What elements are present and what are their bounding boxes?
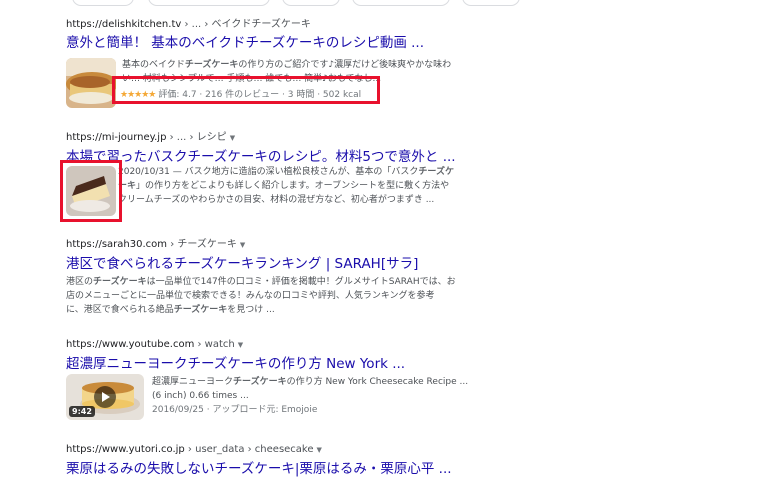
snippet-text: は一品単位で147件の口コミ・評価を掲載中！グルメサイトSARAHでは、お (146, 277, 456, 287)
video-thumbnail-cheesecake[interactable]: 9:42 (66, 374, 144, 420)
snippet-text: — バスク地方に造詣の深い植松良枝さんが、基本の「バスク (169, 167, 419, 177)
filter-chip[interactable] (352, 0, 450, 6)
search-result-video: https://www.youtube.com › watch ▼ 超濃厚ニューヨ… (66, 338, 496, 415)
result-site: https://sarah30.com (66, 239, 168, 250)
filter-chip[interactable] (462, 0, 520, 6)
result-path: › user_data › cheesecake (184, 444, 314, 455)
video-duration-badge: 9:42 (69, 406, 95, 417)
cheesecake-image[interactable] (66, 58, 116, 108)
chevron-down-icon[interactable]: ▼ (238, 341, 243, 349)
snippet-keyword: チーズケーキ (173, 305, 228, 316)
result-title-link[interactable]: 意外と簡単！ 基本のベイクドチーズケーキのレシピ動画 ... (66, 34, 496, 52)
result-site: https://www.youtube.com (66, 339, 195, 350)
result-title-link[interactable]: 栗原はるみの失敗しないチーズケーキ|栗原はるみ・栗原心平 ... (66, 460, 496, 478)
snippet-text: 」の作り方をどこよりも詳しく紹介します。オーブンシートを型に敷く方法や (136, 181, 450, 192)
result-url[interactable]: https://mi-journey.jp › ... › レシピ ▼ (66, 131, 496, 145)
snippet-keyword: チーズケ (418, 167, 454, 177)
highlight-box-thumbnail (60, 160, 122, 222)
highlight-box-rating (112, 76, 380, 104)
result-snippet: 2020/10/31 — バスク地方に造詣の深い植松良枝さんが、基本の「バスクチ… (118, 165, 508, 208)
snippet-text: クリームチーズのやわらかさの目安、材料の混ぜ方など、初心者がつまずき ... (118, 195, 435, 206)
chevron-down-icon[interactable]: ▼ (240, 241, 245, 249)
result-url[interactable]: https://www.youtube.com › watch ▼ (66, 338, 496, 352)
result-site: https://mi-journey.jp (66, 132, 167, 143)
snippet-keyword: チーズケーキ (93, 277, 147, 287)
search-result: https://sarah30.com › チーズケーキ ▼ 港区で食べられるチー… (66, 238, 496, 318)
result-path: › チーズケーキ (167, 239, 237, 250)
snippet-date: 2020/10/31 (118, 167, 170, 177)
search-result: https://mi-journey.jp › ... › レシピ ▼ 本場で習っ… (66, 131, 496, 205)
result-url[interactable]: https://delishkitchen.tv › ... › ベイクドチーズ… (66, 18, 496, 31)
result-path: › ... › ベイクドチーズケーキ (181, 19, 311, 30)
snippet-text: を見つけ ... (227, 305, 275, 316)
result-snippet: 港区のチーズケーキは一品単位で147件の口コミ・評価を掲載中！グルメサイトSAR… (66, 275, 496, 318)
chevron-down-icon[interactable]: ▼ (317, 446, 322, 454)
result-url[interactable]: https://sarah30.com › チーズケーキ ▼ (66, 238, 496, 252)
filter-chip[interactable] (148, 0, 270, 6)
result-title-link[interactable]: 超濃厚ニューヨークチーズケーキの作り方 New York ... (66, 355, 496, 373)
result-path: › ... › レシピ (166, 132, 227, 143)
top-filter-chips (0, 0, 770, 6)
snippet-keyword: チーズケーキ (233, 377, 287, 387)
result-url[interactable]: https://www.yutori.co.jp › user_data › c… (66, 443, 496, 457)
snippet-text: の作り方 New York Cheesecake Recipe ... (286, 377, 469, 387)
search-result: https://delishkitchen.tv › ... › ベイクドチーズ… (66, 18, 496, 100)
play-icon (94, 386, 116, 408)
result-title-link[interactable]: 本場で習ったバスクチーズケーキのレシピ。材料5つで意外と ... (66, 148, 496, 166)
result-path: › watch (194, 339, 235, 350)
snippet-text: 基本のベイクド (122, 60, 185, 70)
search-result: https://www.yutori.co.jp › user_data › c… (66, 443, 496, 478)
result-site: https://www.yutori.co.jp (66, 444, 185, 455)
snippet-keyword: チーズケーキ (184, 60, 239, 70)
video-meta: 2016/09/25 · アップロード元: Emojoie (152, 405, 318, 416)
snippet-text: (6 inch) 0.66 times ... (152, 391, 249, 402)
filter-chip[interactable] (72, 0, 134, 6)
filter-chip[interactable] (282, 0, 340, 6)
snippet-text: 超濃厚ニューヨーク (152, 377, 234, 387)
snippet-text: 店のメニューごとに一品単位で検索できる！みんなの口コミや評判、人気ランキングを参… (66, 291, 435, 302)
snippet-text: の作り方のご紹介です♪濃厚だけど後味爽やかな味わ (238, 60, 452, 70)
result-title-link[interactable]: 港区で食べられるチーズケーキランキング | SARAH[サラ] (66, 255, 496, 273)
video-description: 超濃厚ニューヨークチーズケーキの作り方 New York Cheesecake … (152, 375, 492, 418)
snippet-text: に、港区で食べられる絶品 (66, 305, 174, 316)
chevron-down-icon[interactable]: ▼ (230, 134, 235, 142)
snippet-text: 港区の (66, 277, 94, 287)
result-site: https://delishkitchen.tv (66, 19, 182, 30)
